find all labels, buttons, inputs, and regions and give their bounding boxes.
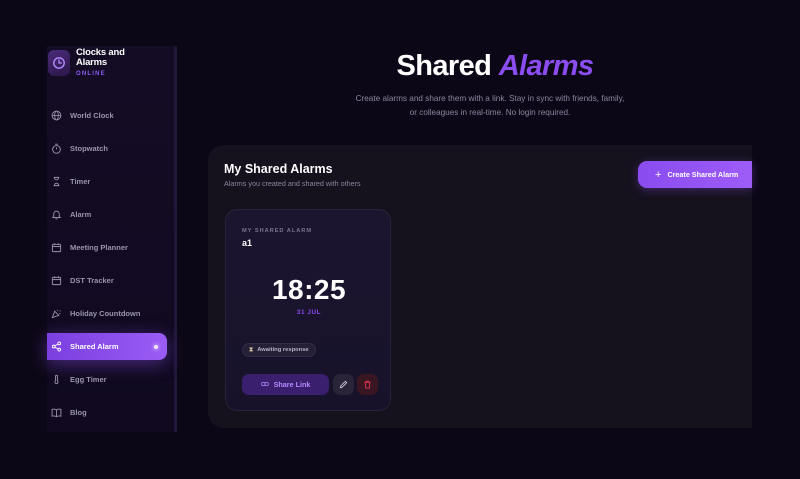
sidebar-item-egg-timer[interactable]: Egg Timer [47, 366, 172, 393]
sidebar-item-shared-alarm[interactable]: Shared Alarm [47, 333, 167, 360]
share-icon [50, 341, 62, 353]
sidebar-item-meeting-planner[interactable]: Meeting Planner [47, 234, 172, 261]
page-subtitle: Create alarms and share them with a link… [330, 92, 650, 120]
alarm-card[interactable]: MY SHARED ALARM a1 18:25 31 JUL ⧗ Awaiti… [225, 209, 391, 411]
sidebar: Clocks and Alarms ONLINE World Clock Sto… [47, 46, 177, 432]
thermometer-icon [50, 374, 62, 386]
delete-button[interactable] [357, 374, 378, 395]
sidebar-item-label: Egg Timer [70, 375, 107, 384]
app-root: Clocks and Alarms ONLINE World Clock Sto… [0, 0, 800, 479]
sidebar-item-holiday-countdown[interactable]: Holiday Countdown [47, 300, 172, 327]
sidebar-item-blog[interactable]: Blog [47, 399, 172, 426]
alarm-name: a1 [242, 238, 253, 248]
plus-icon: + [655, 168, 662, 181]
pencil-icon [339, 376, 348, 394]
calendar-icon [50, 275, 62, 287]
book-icon [50, 407, 62, 419]
trash-icon [363, 376, 372, 394]
shared-alarms-panel: My Shared Alarms Alarms you created and … [208, 145, 752, 428]
alarm-date: 31 JUL [296, 309, 322, 316]
sidebar-item-label: Blog [70, 408, 87, 417]
panel-subtitle: Alarms you created and shared with other… [224, 179, 361, 188]
sidebar-item-label: Meeting Planner [70, 243, 128, 252]
sidebar-nav: World Clock Stopwatch Timer Alarm Meetin… [47, 102, 172, 432]
alarm-time: 18:25 [271, 274, 347, 305]
sidebar-item-label: Timer [70, 177, 91, 186]
sidebar-item-alarm[interactable]: Alarm [47, 201, 172, 228]
hourglass-icon: ⧗ [249, 346, 254, 353]
status-badge: ⧗ Awaiting response [242, 343, 316, 357]
page-title-main: Shared [396, 50, 492, 82]
alarm-card-label: MY SHARED ALARM [242, 228, 313, 234]
sidebar-item-dst-tracker[interactable]: DST Tracker [47, 267, 172, 294]
sidebar-item-label: DST Tracker [70, 276, 114, 285]
sidebar-item-timer[interactable]: Timer [47, 168, 172, 195]
status-label: Awaiting response [257, 347, 309, 353]
page-title: Shared Alarms [0, 50, 800, 83]
stopwatch-icon [50, 143, 62, 155]
edit-button[interactable] [333, 374, 354, 395]
globe-icon [50, 110, 62, 122]
page-subtitle-line1: Create alarms and share them with a link… [355, 94, 625, 103]
create-button-label: Create Shared Alarm [667, 170, 739, 179]
hourglass-icon [50, 176, 62, 188]
panel-title: My Shared Alarms [224, 162, 333, 176]
share-link-button[interactable]: Share Link [242, 374, 329, 395]
sidebar-item-stopwatch[interactable]: Stopwatch [47, 135, 172, 162]
sidebar-item-label: Shared Alarm [70, 342, 119, 351]
share-link-label: Share Link [273, 380, 311, 389]
create-shared-alarm-button[interactable]: + Create Shared Alarm [638, 161, 752, 188]
sidebar-item-label: Holiday Countdown [70, 309, 141, 318]
calendar-icon [50, 242, 62, 254]
bell-icon [50, 209, 62, 221]
sidebar-item-label: Stopwatch [70, 144, 108, 153]
link-icon [260, 381, 269, 389]
sidebar-item-world-clock[interactable]: World Clock [47, 102, 172, 129]
active-indicator-dot [154, 345, 158, 349]
sidebar-item-label: Alarm [70, 210, 92, 219]
party-popper-icon [50, 308, 62, 320]
page-subtitle-line2: or colleagues in real-time. No login req… [409, 108, 571, 117]
sidebar-item-label: World Clock [70, 111, 114, 120]
page-title-accent: Alarms [498, 50, 594, 82]
